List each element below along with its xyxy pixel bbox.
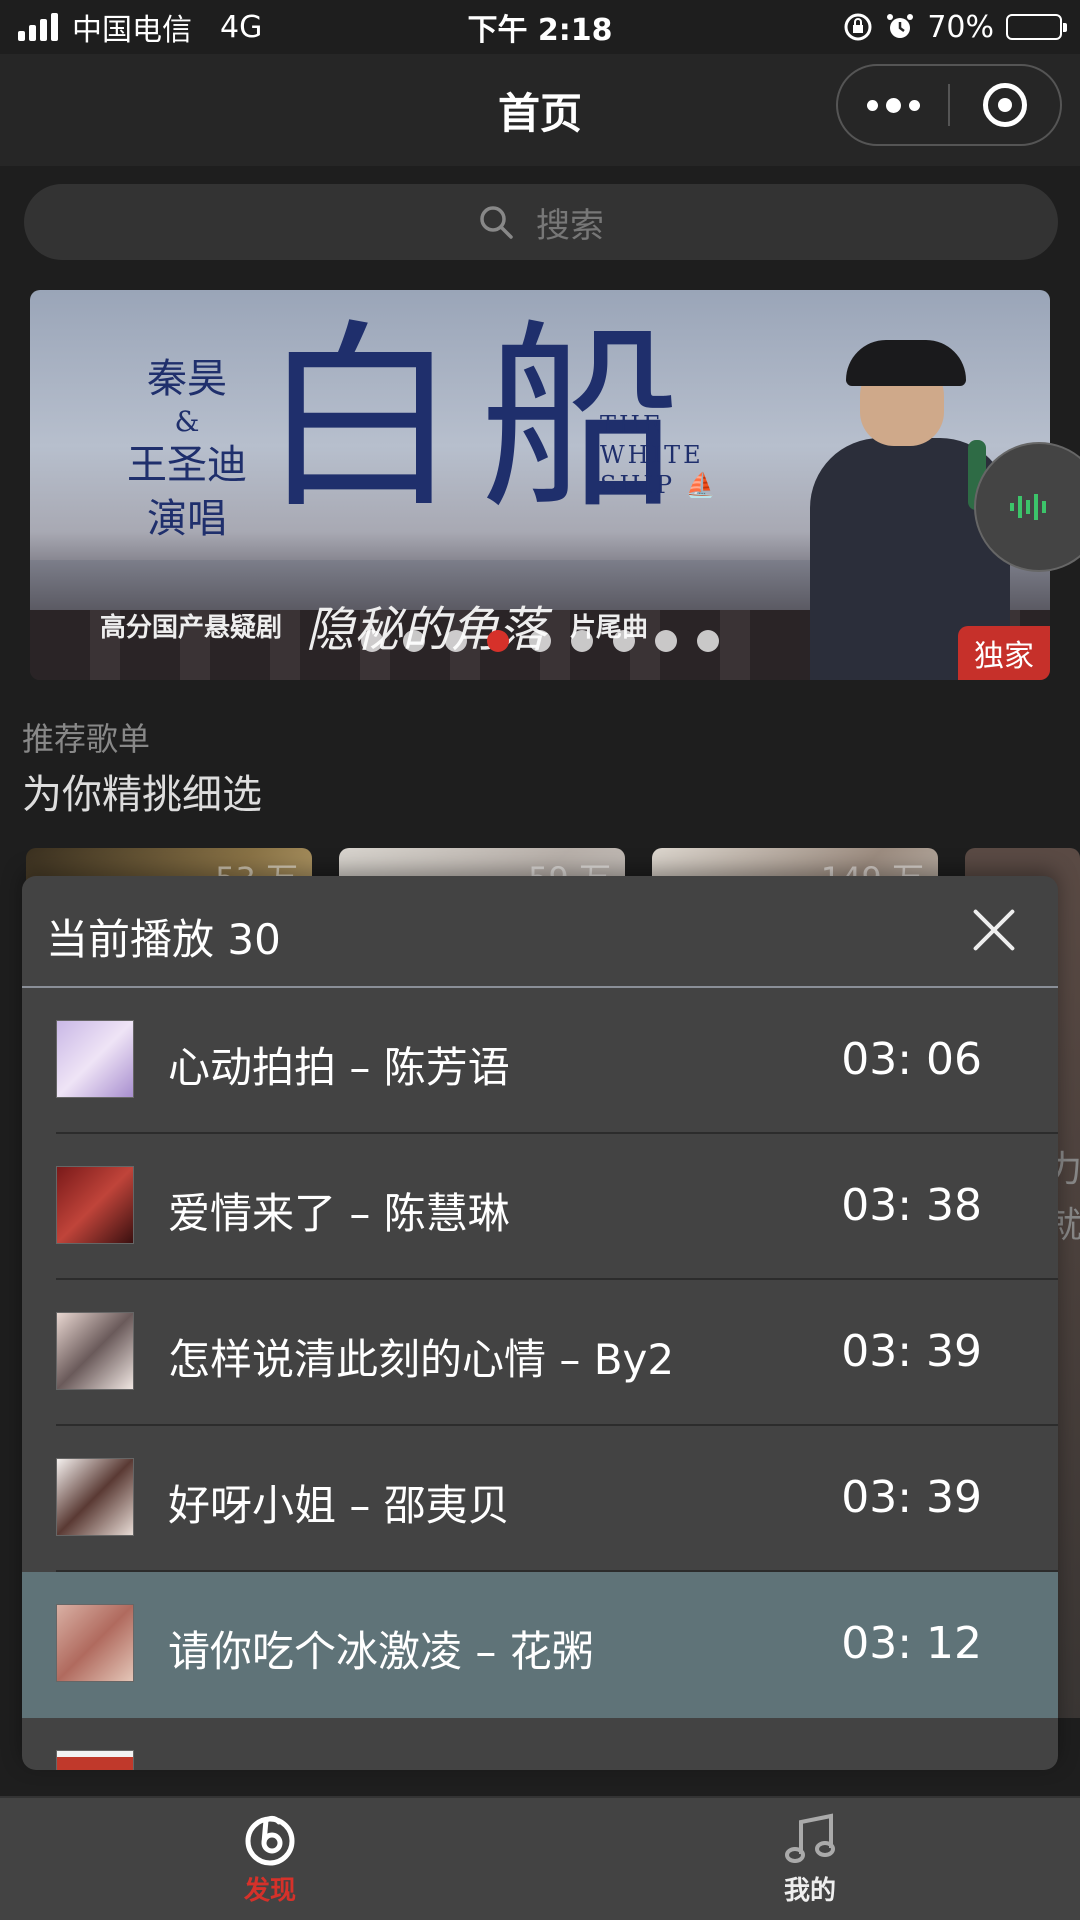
banner-title-en-ship: SHIP	[600, 471, 675, 499]
sound-wave-icon	[1010, 494, 1046, 520]
signal-icon	[18, 13, 58, 41]
orientation-lock-icon	[844, 13, 872, 41]
song-duration: 03: 06	[841, 1034, 982, 1085]
carousel-dot[interactable]	[403, 630, 425, 652]
section-label: 推荐歌单	[22, 720, 151, 758]
modal-title: 当前播放 30	[46, 915, 281, 964]
banner-artist-2: 王圣迪	[127, 442, 247, 488]
banner-artist-1: 秦昊	[147, 356, 227, 402]
carousel-dots[interactable]	[30, 630, 1050, 652]
tab-discover-label: 发现	[243, 1876, 296, 1906]
song-row[interactable]: 心动拍拍 – 陈芳语 03: 06	[22, 988, 1058, 1134]
now-playing-modal: 当前播放 30 心动拍拍 – 陈芳语 03: 06 爱情来了 – 陈慧琳 03:…	[22, 876, 1058, 1770]
nav-bar: 首页	[0, 54, 1080, 166]
album-thumbnail	[56, 1750, 134, 1770]
status-left: 中国电信 4G	[18, 5, 262, 49]
search-icon	[480, 206, 513, 239]
album-thumbnail	[56, 1312, 134, 1390]
carousel-dot[interactable]	[445, 630, 467, 652]
exit-button[interactable]	[950, 66, 1060, 144]
song-title: 心动拍拍 – 陈芳语	[168, 1043, 510, 1092]
carousel-dot[interactable]	[697, 630, 719, 652]
battery-percent: 70%	[927, 9, 994, 45]
boat-icon: ⛵	[685, 471, 719, 499]
song-title: 怎样说清此刻的心情 – By2	[168, 1335, 675, 1384]
carousel-dot[interactable]	[529, 630, 551, 652]
search-input[interactable]: 搜索	[24, 184, 1058, 260]
tab-mine-label: 我的	[783, 1876, 836, 1906]
song-title: 请你吃个冰激凌 – 花粥	[168, 1627, 594, 1676]
song-row[interactable]: 怎样说清此刻的心情 – By2 03: 39	[22, 1280, 1058, 1426]
modal-header: 当前播放 30	[22, 876, 1058, 988]
carousel-dot[interactable]	[361, 630, 383, 652]
tab-bar: 发现 我的	[0, 1796, 1080, 1920]
section-title: 为你精挑细选	[22, 772, 262, 818]
carrier-name: 中国电信	[72, 13, 192, 48]
tab-mine[interactable]: 我的	[540, 1798, 1080, 1920]
mini-program-capsule	[836, 64, 1062, 146]
network-type: 4G	[220, 9, 263, 45]
carousel-dot[interactable]	[487, 630, 509, 652]
battery-icon	[1006, 14, 1067, 40]
music-note-icon	[785, 1813, 835, 1863]
status-right: 70%	[843, 9, 1067, 45]
album-thumbnail	[56, 1604, 134, 1682]
banner-artist-and: &	[174, 405, 200, 438]
close-icon[interactable]	[970, 906, 1018, 954]
banner-title-en-line-1: THE	[600, 411, 664, 439]
album-thumbnail	[56, 1020, 134, 1098]
status-bar: 中国电信 4G 下午 2:18 70%	[0, 0, 1080, 54]
album-thumbnail	[56, 1166, 134, 1244]
target-circle-icon	[983, 83, 1027, 127]
song-title: 好呀小姐 – 邵夷贝	[168, 1481, 510, 1530]
carousel-dot[interactable]	[613, 630, 635, 652]
banner-title-en: THE WHITE SHIP ⛵	[600, 410, 719, 500]
song-row[interactable]	[22, 1718, 1058, 1770]
search-placeholder: 搜索	[536, 205, 604, 246]
song-row-current[interactable]: 请你吃个冰激凌 – 花粥 03: 12	[22, 1572, 1058, 1718]
banner-title-en-line-3: SHIP ⛵	[600, 470, 719, 500]
carousel-dot[interactable]	[655, 630, 677, 652]
banner-sing-label: 演唱	[147, 496, 227, 542]
song-list: 心动拍拍 – 陈芳语 03: 06 爱情来了 – 陈慧琳 03: 38 怎样说清…	[22, 988, 1058, 1770]
person-cap	[846, 340, 966, 386]
tab-discover[interactable]: 发现	[0, 1798, 540, 1920]
song-row[interactable]: 爱情来了 – 陈慧琳 03: 38	[22, 1134, 1058, 1280]
banner-artists: 秦昊 & 王圣迪 演唱	[102, 352, 272, 546]
more-button[interactable]	[838, 66, 948, 144]
song-duration: 03: 39	[841, 1326, 982, 1377]
song-duration: 03: 12	[841, 1618, 982, 1669]
carousel-dot[interactable]	[571, 630, 593, 652]
alarm-icon	[887, 14, 914, 38]
song-duration: 03: 38	[841, 1180, 982, 1231]
more-dots-icon	[866, 97, 920, 113]
song-title: 爱情来了 – 陈慧琳	[168, 1189, 510, 1238]
exclusive-badge: 独家	[958, 626, 1050, 680]
song-duration: 03: 39	[841, 1472, 982, 1523]
discover-icon	[245, 1815, 295, 1866]
banner-title-en-line-2: WHITE	[600, 441, 704, 469]
song-row[interactable]: 好呀小姐 – 邵夷贝 03: 39	[22, 1426, 1058, 1572]
album-thumbnail	[56, 1458, 134, 1536]
banner-carousel[interactable]: 秦昊 & 王圣迪 演唱 白船 THE WHITE SHIP ⛵ 高分国产悬疑剧 …	[30, 290, 1050, 680]
